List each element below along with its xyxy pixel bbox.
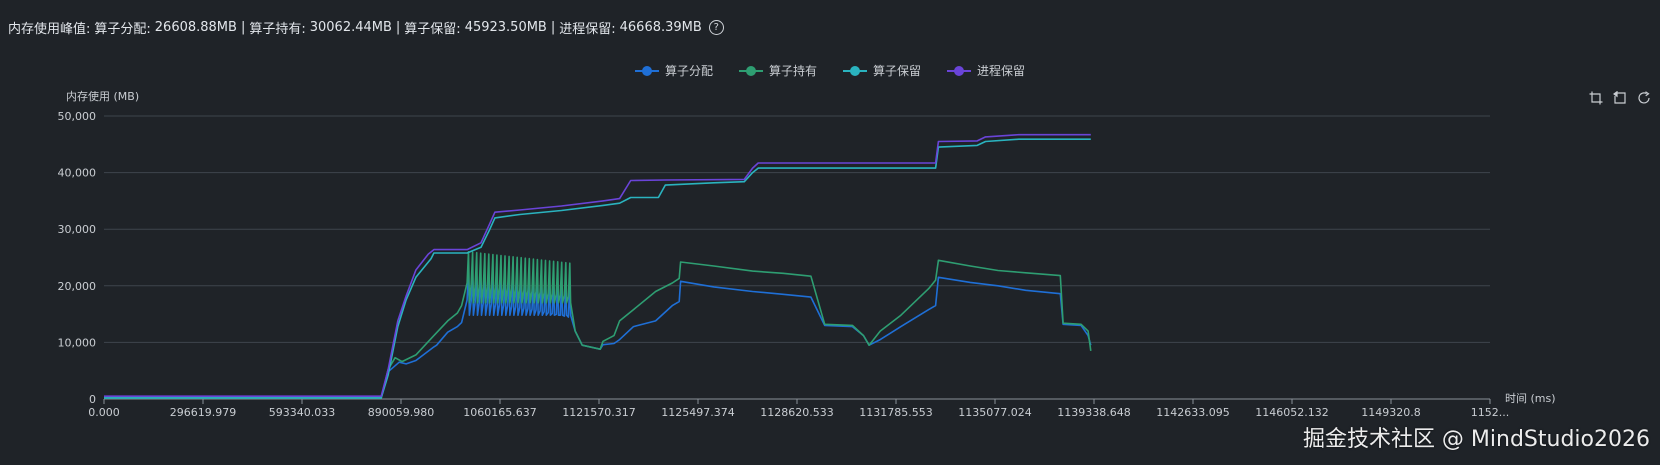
series-line-1[interactable] — [104, 251, 1092, 399]
x-tick-label: 1142633.095 — [1156, 406, 1229, 419]
memory-usage-chart[interactable]: 0 10,000 20,000 30,000 40,000 50,000 内存使用 (MB)… — [0, 0, 1660, 465]
x-axis-name: 时间 (ms) — [1505, 392, 1556, 405]
y-tick-label: 40,000 — [58, 167, 97, 180]
x-tick-label: 1125497.374 — [661, 406, 734, 419]
series-line-2[interactable] — [104, 138, 1091, 399]
x-tick-label: 1121570.317 — [562, 406, 635, 419]
x-tick-label: 593340.033 — [269, 406, 335, 419]
y-tick-label: 0 — [89, 393, 96, 406]
series-line-3[interactable] — [104, 133, 1091, 397]
series-line-0[interactable] — [104, 270, 1092, 399]
x-tick-label: 890059.980 — [368, 406, 434, 419]
axes: 0 10,000 20,000 30,000 40,000 50,000 内存使用 (MB)… — [58, 89, 1556, 419]
x-tick-label: 1152... — [1471, 406, 1509, 419]
x-tick-label: 0.000 — [88, 406, 120, 419]
y-axis-name: 内存使用 (MB) — [66, 89, 139, 103]
y-tick-label: 30,000 — [58, 223, 97, 236]
series-lines — [104, 133, 1092, 399]
y-tick-label: 10,000 — [58, 336, 97, 349]
x-tick-label: 1135077.024 — [958, 406, 1031, 419]
x-tick-label: 1139338.648 — [1057, 406, 1130, 419]
x-tick-label: 296619.979 — [170, 406, 236, 419]
watermark-text: 掘金技术社区 @ MindStudio2026 — [1302, 427, 1650, 452]
y-tick-label: 20,000 — [58, 280, 97, 293]
x-tick-label: 1128620.533 — [760, 406, 833, 419]
grid-lines — [104, 115, 1490, 400]
x-tick-label: 1146052.132 — [1255, 406, 1328, 419]
x-tick-label: 1149320.8 — [1361, 406, 1421, 419]
x-tick-label: 1131785.553 — [859, 406, 932, 419]
x-tick-label: 1060165.637 — [463, 406, 536, 419]
y-tick-label: 50,000 — [58, 110, 97, 123]
